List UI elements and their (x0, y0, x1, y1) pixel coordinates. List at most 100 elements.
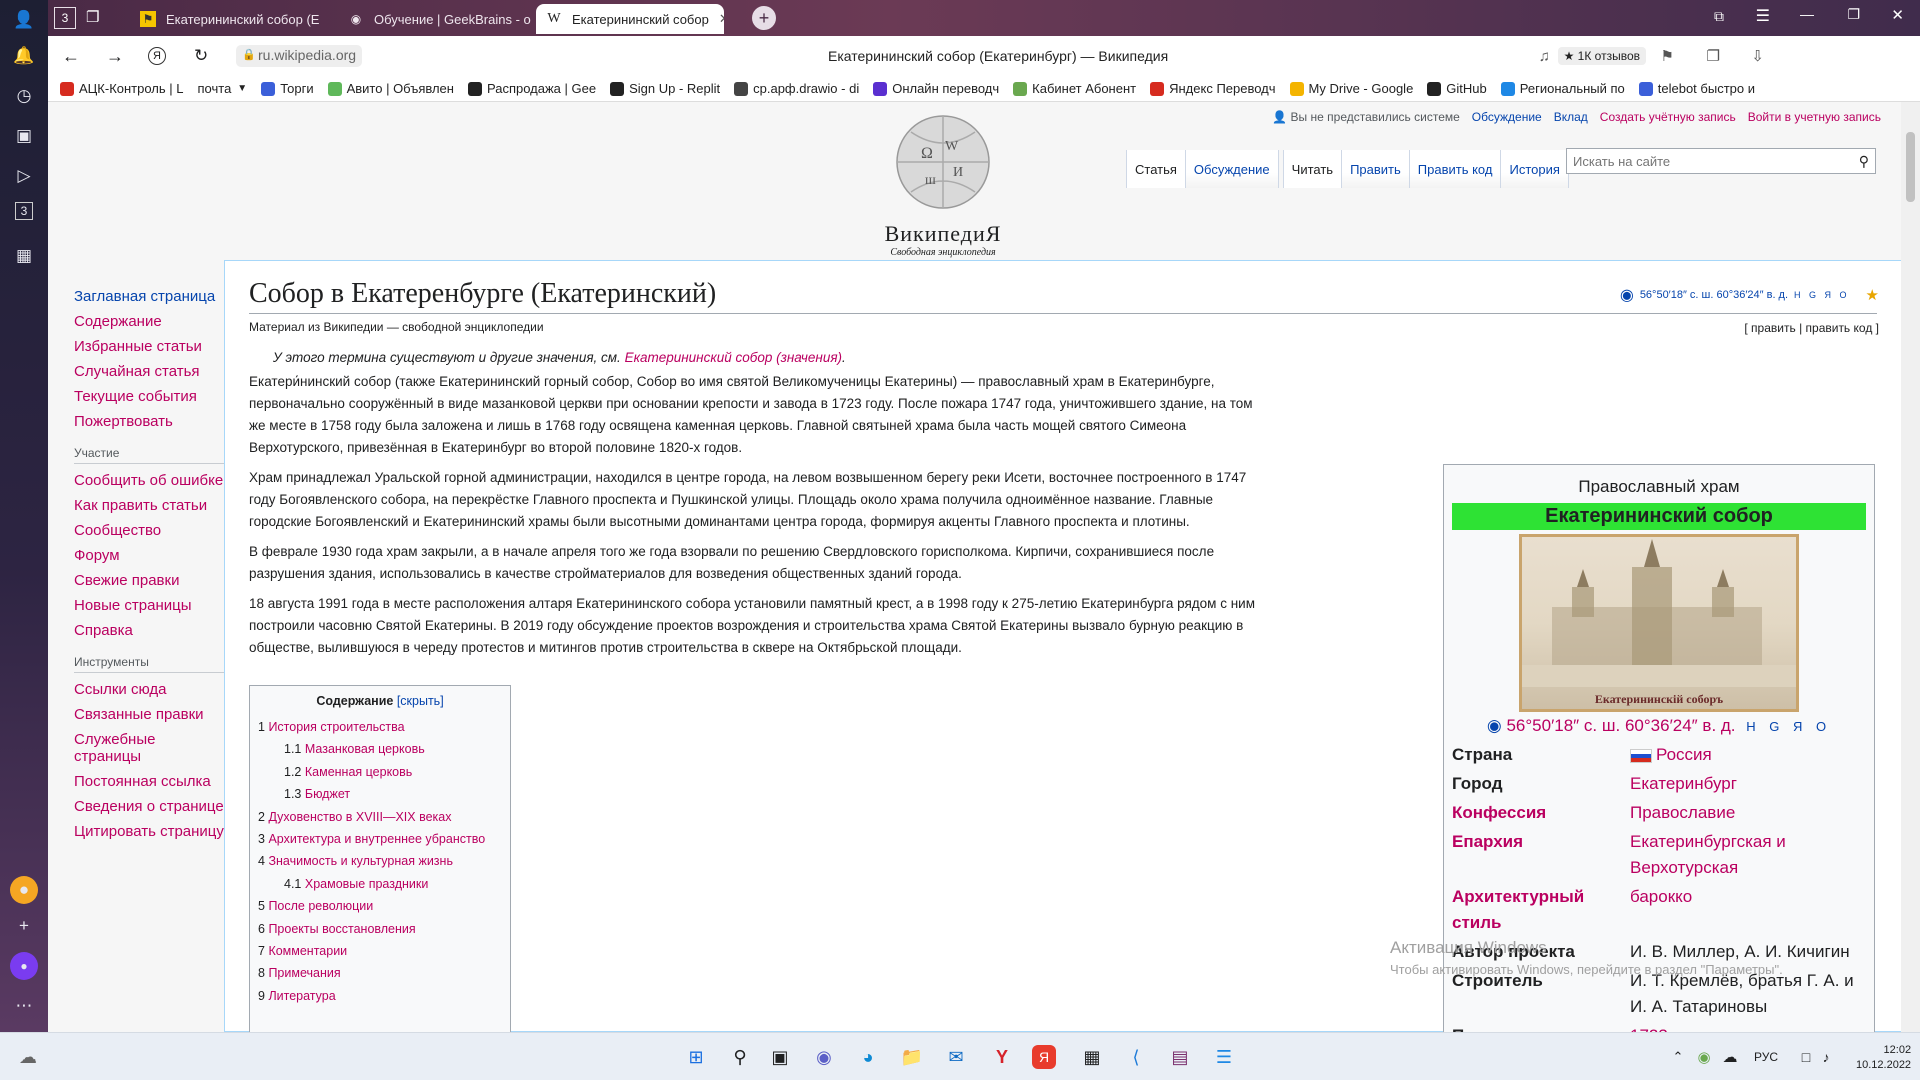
bookmark-item[interactable]: АЦК-Контроль | L (60, 81, 184, 96)
search-icon[interactable]: ⚲ (1859, 153, 1869, 170)
vscode-icon[interactable]: ⟨ (1120, 1041, 1152, 1073)
scrollbar-thumb[interactable] (1906, 132, 1915, 202)
language-indicator[interactable]: РУС (1746, 1041, 1786, 1073)
more-icon[interactable]: ⋯ (10, 992, 38, 1020)
coordinates-map-links[interactable]: H G Я O (1794, 290, 1850, 300)
toc-item[interactable]: 9 Литература (258, 985, 502, 1007)
yandex-browser-icon[interactable]: Y (986, 1041, 1018, 1073)
tab-edit-source[interactable]: Править код (1408, 150, 1501, 188)
cathedral-photo[interactable]: Екатерининскій соборъ (1519, 534, 1799, 712)
edge-icon[interactable]: ◕ (852, 1041, 884, 1073)
map-pin-icon[interactable]: ◉ (1620, 285, 1634, 305)
url-pill[interactable]: 🔒 ru.wikipedia.org (236, 45, 363, 67)
toc-item[interactable]: 8 Примечания (258, 962, 502, 984)
tab-history[interactable]: История (1500, 150, 1569, 188)
tabs-panel-icon[interactable]: ⧉ (1714, 8, 1724, 25)
alice-app-icon[interactable]: ● (10, 876, 38, 904)
tab-count-badge[interactable]: 3 (54, 7, 76, 29)
sidebar-item-donate[interactable]: Пожертвовать (74, 413, 224, 430)
tab-yandex-collections[interactable]: ⚑ Екатерининский собор (Е (130, 4, 330, 34)
toc-hide-link[interactable]: [скрыть] (397, 694, 444, 708)
sidebar-item-current-events[interactable]: Текущие события (74, 388, 224, 405)
sidebar-item-contents[interactable]: Содержание (74, 313, 224, 330)
bookmark-item[interactable]: My Drive - Google (1289, 81, 1413, 96)
toc-item[interactable]: 2 Духовенство в XVIII—XIX веках (258, 806, 502, 828)
login-link[interactable]: Войти в учетную запись (1748, 110, 1881, 124)
search-input[interactable] (1573, 153, 1859, 169)
tab-read[interactable]: Читать (1282, 150, 1342, 188)
page-scrollbar[interactable] (1901, 102, 1920, 1032)
screenshot-icon[interactable]: ▦ (10, 242, 38, 270)
map-pin-icon[interactable]: ◉ (1487, 716, 1502, 735)
collections-icon[interactable]: ▣ (10, 122, 38, 150)
tab-edit[interactable]: Править (1341, 150, 1409, 188)
edit-links[interactable]: [ править | править код ] (1744, 321, 1879, 335)
volume-icon[interactable]: ♪ (1810, 1041, 1842, 1073)
bookmark-item[interactable]: Торги (261, 81, 314, 96)
bookmark-item[interactable]: Sign Up - Replit (610, 81, 720, 96)
file-explorer-icon[interactable]: 📁 (896, 1041, 928, 1073)
sidebar-item-cite[interactable]: Цитировать страницу (74, 823, 224, 840)
collections-icon[interactable]: ❐ (1707, 47, 1720, 65)
archiver-icon[interactable]: ▤ (1164, 1041, 1196, 1073)
sidebar-item-permanent-link[interactable]: Постоянная ссылка (74, 773, 224, 790)
start-icon[interactable]: ⊞ (680, 1041, 712, 1073)
bookmark-item[interactable]: Распродажа | Gee (467, 81, 596, 96)
notepad-icon[interactable]: ☰ (1208, 1041, 1240, 1073)
toc-item[interactable]: 4 Значимость и культурная жизнь (258, 850, 502, 872)
calculator-icon[interactable]: ▦ (1076, 1041, 1108, 1073)
sidebar-item-how-to-edit[interactable]: Как править статьи (74, 497, 224, 514)
anon-contrib-link[interactable]: Вклад (1554, 110, 1588, 124)
toc-item[interactable]: 4.1 Храмовые праздники (258, 873, 502, 895)
download-icon[interactable]: ⇩ (1751, 47, 1764, 65)
search-box[interactable]: ⚲ (1566, 148, 1876, 174)
toc-item[interactable]: 1.2 Каменная церковь (258, 761, 502, 783)
profile-icon[interactable]: 👤 (10, 6, 38, 34)
sidebar-item-special-pages[interactable]: Служебные страницы (74, 731, 224, 765)
bookmark-icon[interactable]: ⚑ (1661, 47, 1674, 65)
restore-icon[interactable]: ❐ (1847, 6, 1860, 23)
notifications-icon[interactable]: 🔔 (10, 42, 38, 70)
anon-talk-link[interactable]: Обсуждение (1472, 110, 1542, 124)
sidebar-item-help[interactable]: Справка (74, 622, 224, 639)
toc-item[interactable]: 1.3 Бюджет (258, 783, 502, 805)
yandex-icon[interactable]: Я (148, 47, 166, 65)
close-window-icon[interactable]: ✕ (1891, 6, 1904, 24)
back-icon[interactable]: ← (62, 46, 80, 67)
alice-icon[interactable]: ● (10, 952, 38, 980)
sidebar-item-page-info[interactable]: Сведения о странице (74, 798, 224, 815)
sidebar-item-what-links-here[interactable]: Ссылки сюда (74, 681, 224, 698)
tab-article[interactable]: Статья (1126, 150, 1185, 188)
bookmark-item[interactable]: Онлайн переводч (873, 81, 999, 96)
toc-item[interactable]: 3 Архитектура и внутреннее убранство (258, 828, 502, 850)
tab-talk[interactable]: Обсуждение (1184, 150, 1279, 188)
create-account-link[interactable]: Создать учётную запись (1600, 110, 1736, 124)
toc-item[interactable]: 1 История строительства (258, 716, 502, 738)
toc-item[interactable]: 7 Комментарии (258, 940, 502, 962)
bookmark-item[interactable]: Кабинет Абонент (1013, 81, 1136, 96)
infobox-coordinates-link[interactable]: 56°50′18″ с. ш. 60°36′24″ в. д. (1506, 716, 1735, 735)
reviews-badge[interactable]: ★ 1К отзывов (1557, 47, 1646, 65)
headphones-icon[interactable]: ♫ (1539, 48, 1550, 65)
sidebar-item-random[interactable]: Случайная статья (74, 363, 224, 380)
bookmark-item[interactable]: Яндекс Переводч (1150, 81, 1276, 96)
sidebar-item-related-changes[interactable]: Связанные правки (74, 706, 224, 723)
history-icon[interactable]: ◷ (10, 82, 38, 110)
menu-icon[interactable]: ☰ (1756, 6, 1770, 26)
reload-icon[interactable]: ↻ (194, 46, 208, 66)
sidebar-item-community[interactable]: Сообщество (74, 522, 224, 539)
tab-group-icon[interactable]: ❐ (86, 8, 99, 26)
sidebar-item-main[interactable]: Заглавная страница (74, 288, 224, 305)
toc-item[interactable]: 6 Проекты восстановления (258, 918, 502, 940)
toc-item[interactable]: 1.1 Мазанковая церковь (258, 738, 502, 760)
toc-item[interactable]: 5 После революции (258, 895, 502, 917)
infobox-map-links[interactable]: H G Я O (1746, 719, 1831, 734)
yandex-app-icon[interactable]: Я (1032, 1045, 1056, 1069)
search-taskbar-icon[interactable]: ⚲ (724, 1041, 756, 1073)
teams-icon[interactable]: ◉ (808, 1041, 840, 1073)
bookmark-item[interactable]: GitHub (1427, 81, 1487, 96)
sidebar-item-recent-changes[interactable]: Свежие правки (74, 572, 224, 589)
add-app-icon[interactable]: + (10, 912, 38, 940)
bookmark-item[interactable]: cp.apф.drawio - di (734, 81, 859, 96)
bookmark-item[interactable]: Региональный по (1500, 81, 1625, 96)
